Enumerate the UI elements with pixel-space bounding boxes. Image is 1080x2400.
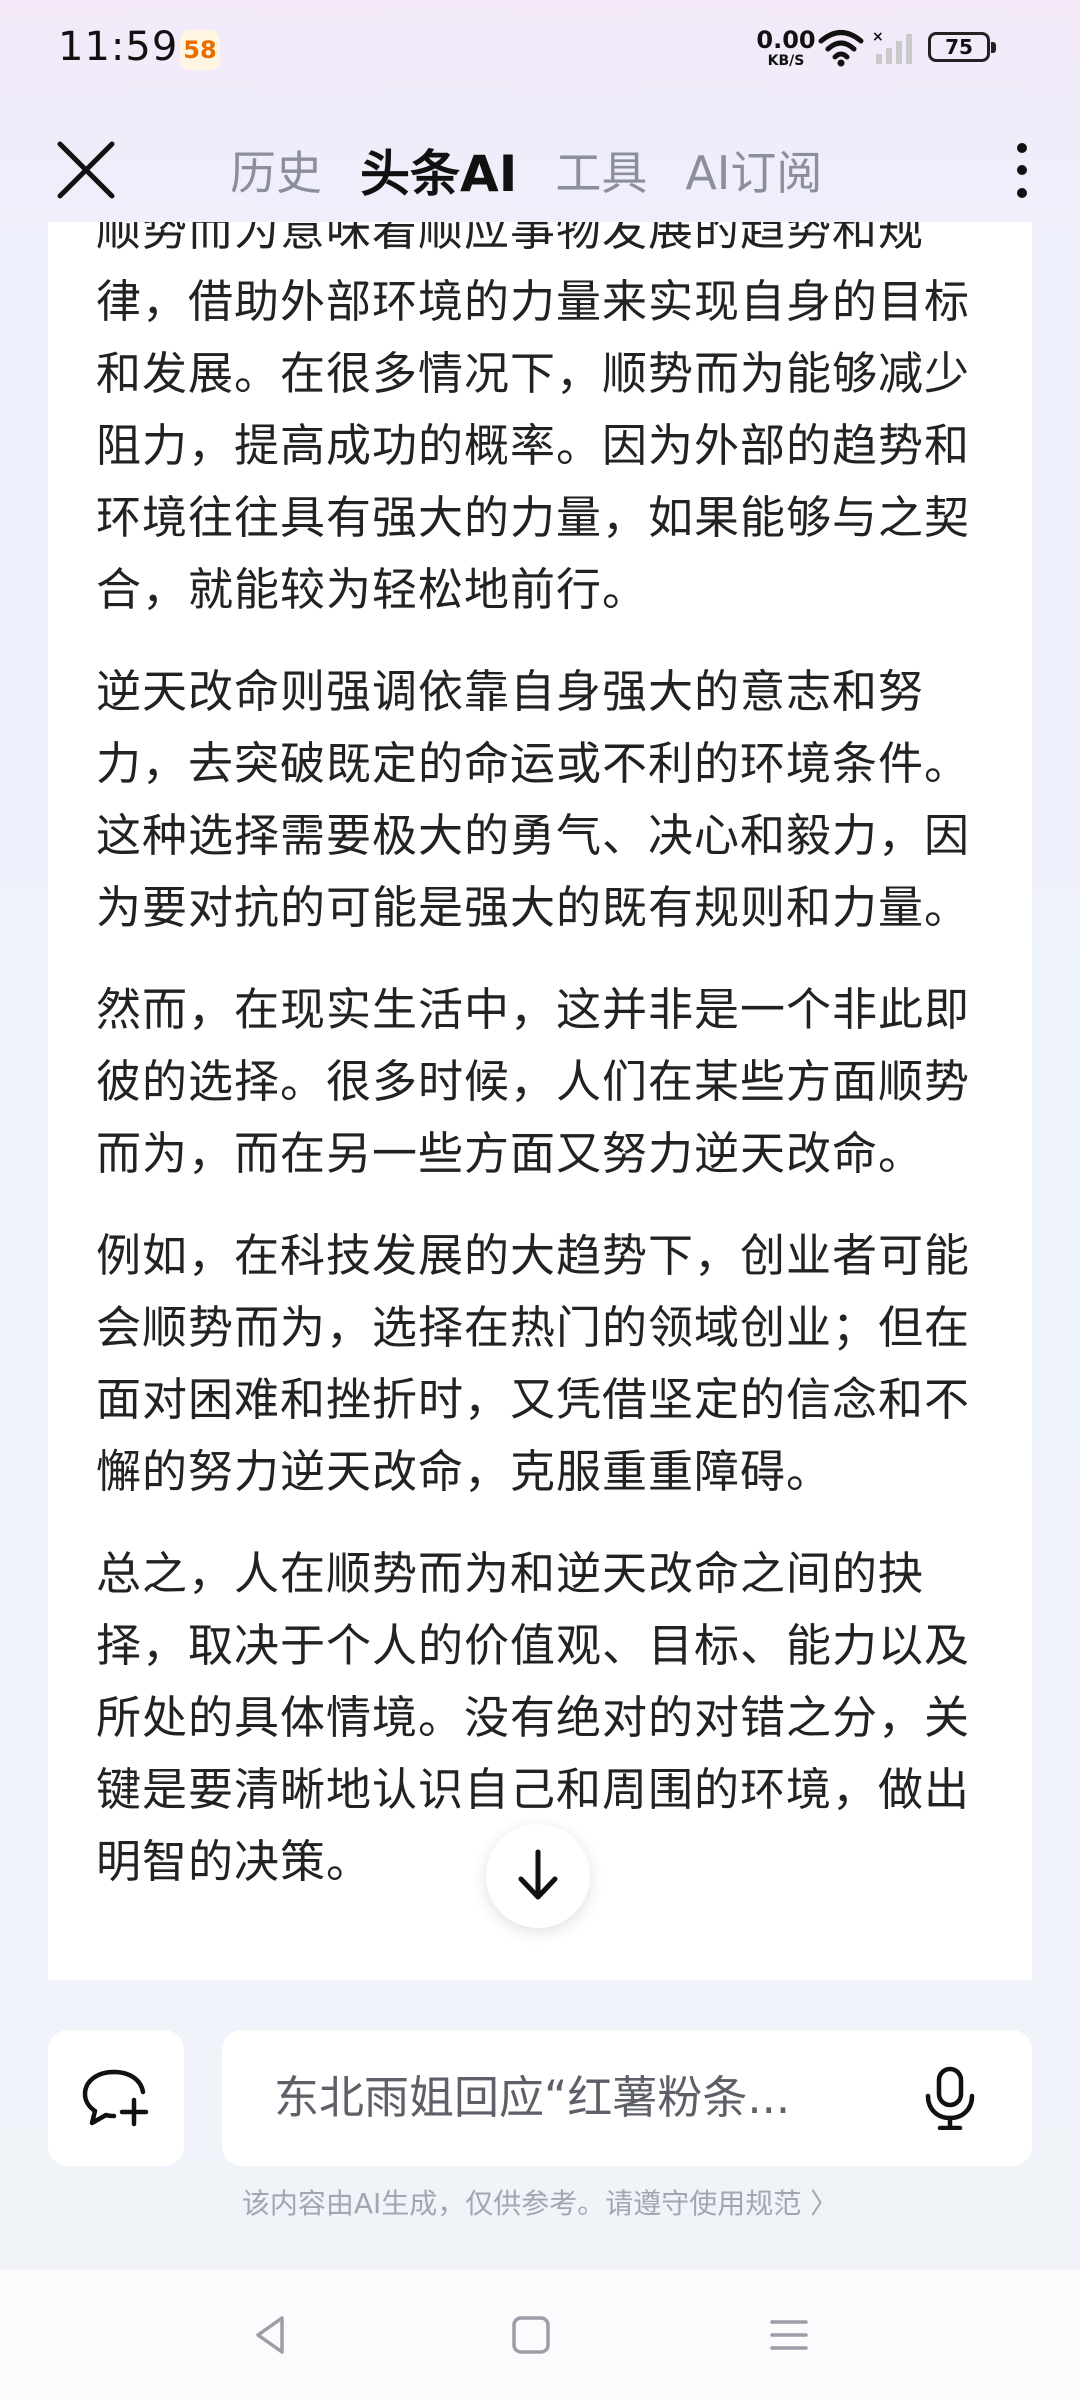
chat-add-icon: [82, 2069, 149, 2127]
app-notification-icon: 58: [180, 30, 220, 70]
answer-paragraph: 例如，在科技发展的大趋势下，创业者可能会顺势而为，选择在热门的领域创业；但在面对…: [96, 1229, 971, 1498]
scroll-to-bottom-button[interactable]: [486, 1824, 590, 1928]
query-input[interactable]: 东北雨姐回应“红薯粉条...: [222, 2030, 1032, 2166]
voice-input-button[interactable]: [920, 2066, 980, 2131]
battery-icon: 75: [928, 32, 996, 62]
home-icon[interactable]: [506, 2310, 556, 2360]
more-dot-icon: [1017, 187, 1027, 198]
answer-paragraph: 逆天改命则强调依靠自身强大的意志和努力，去突破既定的命运或不利的环境条件。这种选…: [96, 665, 971, 934]
close-button[interactable]: [48, 132, 124, 208]
cellular-signal-icon: ×: [872, 30, 912, 64]
system-navigation-bar: [0, 2270, 1080, 2400]
network-speed-unit: KB/S: [767, 53, 805, 69]
more-options-button[interactable]: [994, 130, 1050, 210]
wifi-icon: [818, 30, 864, 67]
tab-history[interactable]: 历史: [230, 137, 322, 203]
clock: 11:59: [58, 24, 179, 70]
query-text: 东北雨姐回应“红薯粉条...: [274, 2071, 791, 2124]
arrow-down-icon: [518, 1849, 558, 1900]
ai-answer-text: 顺势而为意味着顺应事物发展的趋势和规律，借助外部环境的力量来实现自身的目标和发展…: [96, 222, 1006, 1928]
close-icon: [57, 141, 115, 199]
back-icon[interactable]: [246, 2310, 296, 2360]
tab-ai-subscription[interactable]: AI订阅: [685, 137, 822, 203]
microphone-icon: [925, 2066, 975, 2131]
answer-paragraph: 顺势而为意味着顺应事物发展的趋势和规律，借助外部环境的力量来实现自身的目标和发展…: [96, 222, 971, 616]
menu-icon[interactable]: [764, 2310, 814, 2360]
tab-tools[interactable]: 工具: [555, 137, 647, 203]
battery-level: 75: [945, 35, 973, 59]
more-dot-icon: [1017, 165, 1027, 175]
top-navigation: 历史 头条AI 工具 AI订阅: [0, 110, 1080, 230]
tab-bar: 历史 头条AI 工具 AI订阅: [230, 128, 860, 212]
network-speed-value: 0.00: [756, 26, 816, 54]
tab-toutiao-ai[interactable]: 头条AI: [360, 134, 517, 206]
new-chat-button[interactable]: [48, 2030, 184, 2166]
more-dot-icon: [1017, 142, 1027, 153]
ai-disclaimer-link[interactable]: 该内容由AI生成，仅供参考。请遵守使用规范 〉: [0, 2182, 1080, 2222]
ai-answer-card[interactable]: 顺势而为意味着顺应事物发展的趋势和规律，借助外部环境的力量来实现自身的目标和发展…: [48, 222, 1032, 1980]
answer-paragraph: 然而，在现实生活中，这并非是一个非此即彼的选择。很多时候，人们在某些方面顺势而为…: [96, 983, 971, 1180]
network-speed: 0.00 KB/S: [752, 28, 820, 68]
status-bar: 11:59 58 0.00 KB/S × 75: [0, 0, 1080, 100]
svg-text:×: ×: [872, 30, 884, 45]
